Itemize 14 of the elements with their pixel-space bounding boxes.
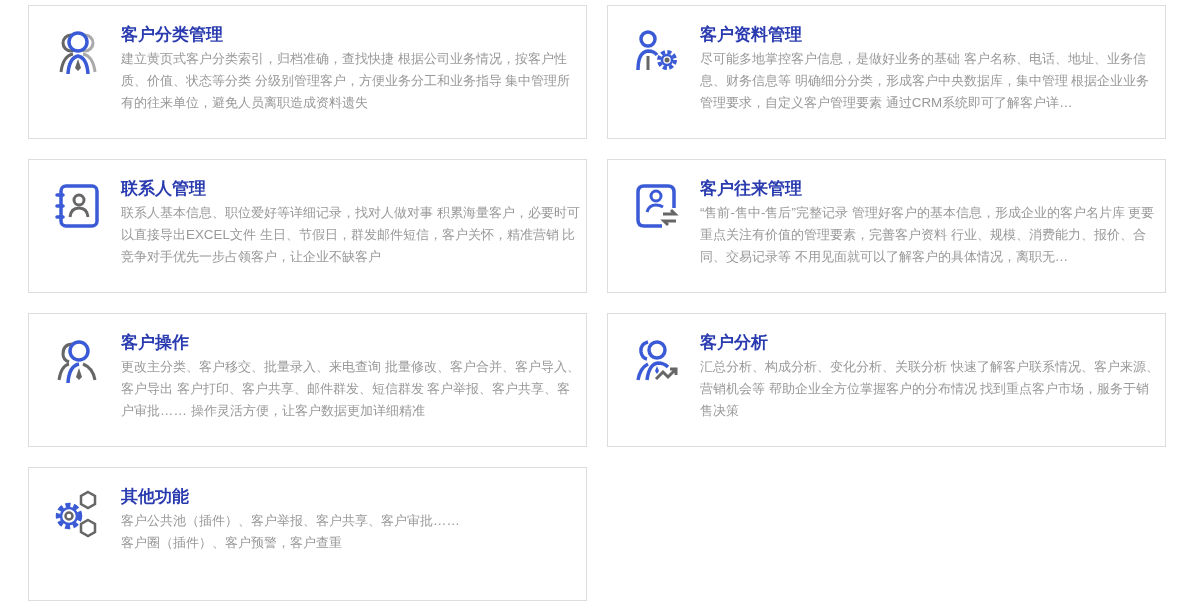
feature-description: 客户公共池（插件）、客户举报、客户共享、客户审批…… [121, 512, 461, 530]
feature-title: 联系人管理 [121, 178, 207, 200]
feature-title: 客户分析 [700, 332, 769, 354]
feature-description: 建立黄页式客户分类索引，归档准确，查找快捷 根据公司业务情况，按客户性质、价值、状态等分类 分级别管理客户，方便业务分工和业务指导 集中管理所有的往来单位，避免人员离职造成资料遗失 [121, 50, 572, 112]
feature-title: 其他功能 [121, 486, 190, 508]
feature-description: 客户圈（插件）、客户预警，客户查重 [121, 534, 343, 552]
feature-description: 汇总分析、构成分析、变化分析、关联分析 快速了解客户联系情况、客户来源、营销机会等 帮助企业全方位掌握客户的分布情况 找到重点客户市场，服务于销售决策 [700, 358, 1160, 420]
feature-title: 客户分类管理 [121, 24, 224, 46]
feature-title: 客户资料管理 [700, 24, 803, 46]
feature-description: “售前-售中-售后”完整记录 管理好客户的基本信息，形成企业的客户名片库 更要重点关注有价值的管理要素，完善客户资料 行业、规模、消费能力、报价、合同、交易记录等 不用见面就可以了解客户的具体情况，离职无… [700, 204, 1156, 266]
feature-title: 客户往来管理 [700, 178, 803, 200]
feature-description: 尽可能多地掌控客户信息，是做好业务的基础 客户名称、电话、地址、业务信息、财务信息等 明确细分分类，形成客户中央数据库，集中管理 根据企业业务管理要求，自定义客户管理要素 通过CRM系统即可了解客户详… [700, 50, 1151, 112]
feature-title: 客户操作 [121, 332, 190, 354]
feature-description: 更改主分类、客户移交、批量录入、来电查询 批量修改、客户合并、客户导入、客户导出 客户打印、客户共享、邮件群发、短信群发 客户举报、客户共享、客户审批…… 操作灵活方便，让客户数据更加详细精准 [121, 358, 581, 420]
